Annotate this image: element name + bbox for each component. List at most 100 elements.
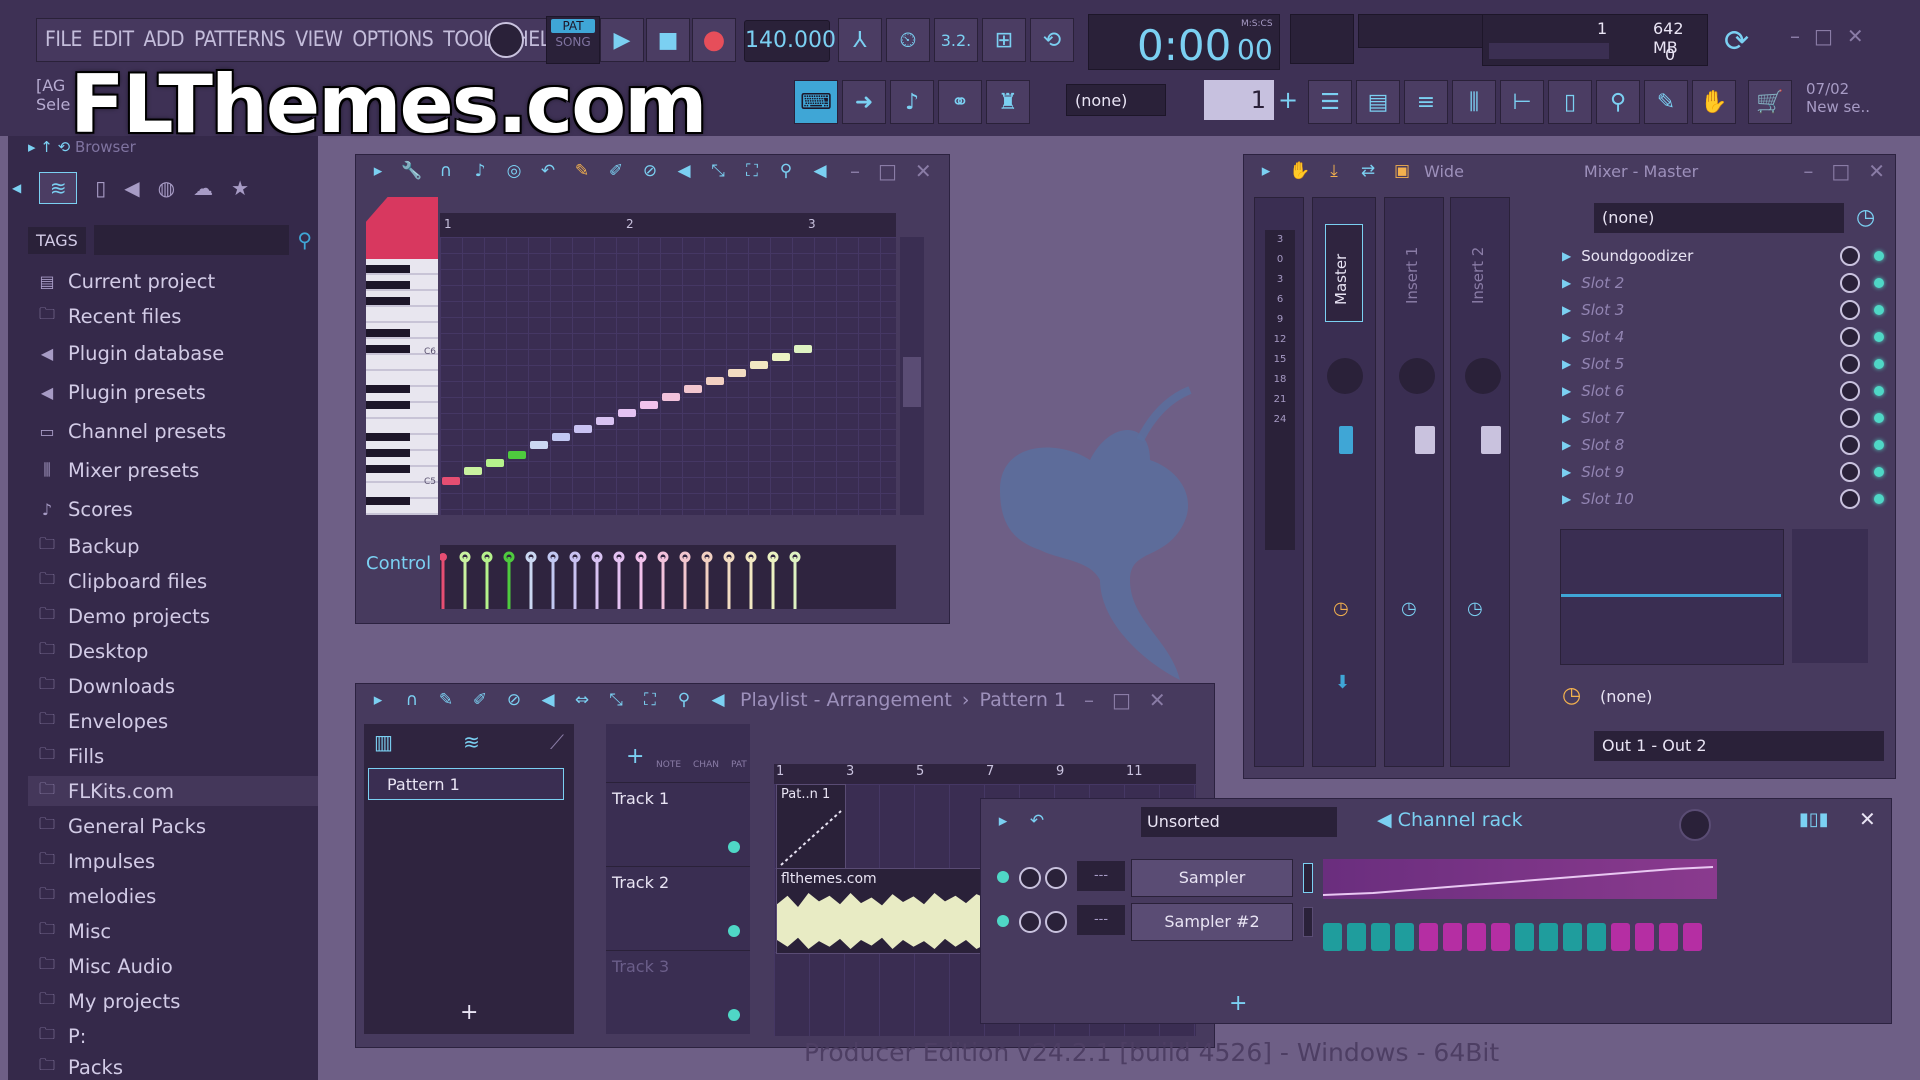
eq-faders[interactable] <box>1792 529 1868 663</box>
track-led[interactable] <box>728 1009 740 1021</box>
mix-knob[interactable] <box>1840 300 1860 320</box>
note[interactable] <box>574 425 592 433</box>
note[interactable] <box>486 459 504 467</box>
track-led[interactable] <box>728 925 740 937</box>
pan-knob[interactable] <box>1019 911 1041 933</box>
track-led[interactable] <box>728 841 740 853</box>
browser-item[interactable]: 🗀 Recent files <box>36 301 181 331</box>
browser-item[interactable]: ▤ Current project <box>36 266 215 296</box>
arrow-down-icon[interactable]: ⬇ <box>1335 672 1350 693</box>
chevron-left-icon[interactable]: ◀ <box>12 181 21 195</box>
slot-led[interactable] <box>1874 359 1884 369</box>
play-button[interactable]: ▶ <box>600 18 644 62</box>
slide-button[interactable]: ♪ <box>890 80 934 124</box>
effect-slot[interactable]: ▶ Slot 7 <box>1562 405 1892 431</box>
tempo-tap-button[interactable]: ✎ <box>1644 80 1688 124</box>
speaker-icon[interactable]: ◀ <box>706 688 730 712</box>
clock-icon[interactable]: ◷ <box>1333 598 1349 619</box>
load-icon[interactable]: ⤓ <box>1322 159 1346 183</box>
star-icon[interactable]: ★ <box>231 176 249 200</box>
add-track-icon[interactable]: + <box>626 744 644 769</box>
channel-name-button[interactable]: Sampler <box>1131 859 1293 897</box>
step-edit-button[interactable]: ⊞ <box>982 18 1026 62</box>
effect-slot[interactable]: ▶ Slot 10 <box>1562 486 1892 512</box>
close-icon[interactable]: ✕ <box>1847 24 1878 48</box>
note[interactable] <box>442 477 460 485</box>
browser-item[interactable]: ♪ Scores <box>36 494 133 524</box>
mix-knob[interactable] <box>1840 246 1860 266</box>
wrench-icon[interactable]: 🔧 <box>400 159 424 183</box>
delete-icon[interactable]: ⊘ <box>502 688 526 712</box>
select-icon[interactable]: ⛶ <box>638 688 662 712</box>
mix-knob[interactable] <box>1840 327 1860 347</box>
maximize-icon[interactable]: □ <box>1831 159 1850 183</box>
channel-led[interactable] <box>997 915 1009 927</box>
mixer-preset-select[interactable]: (none) <box>1594 203 1844 233</box>
eq-preset-label[interactable]: (none) <box>1600 687 1652 706</box>
note[interactable] <box>684 385 702 393</box>
maximize-icon[interactable]: □ <box>1112 688 1131 712</box>
browser-item[interactable]: ⫼ Mixer presets <box>36 455 199 485</box>
clock-icon[interactable]: ◷ <box>1562 683 1581 708</box>
mix-knob[interactable] <box>1840 354 1860 374</box>
stamp-button[interactable]: ♜ <box>986 80 1030 124</box>
step-button[interactable] <box>1323 923 1342 951</box>
piano-keyboard[interactable]: C6 C5 <box>366 259 438 515</box>
automation-icon[interactable]: ⟋ <box>550 730 564 754</box>
track-header[interactable]: Track 2 <box>606 866 750 951</box>
menu-patterns[interactable]: PATTERNS <box>194 27 286 61</box>
browser-item[interactable]: 🗀 Clipboard files <box>36 566 207 596</box>
master-volume-knob[interactable] <box>488 22 524 58</box>
browser-item[interactable]: 🗀 Demo projects <box>36 601 210 631</box>
minimize-icon[interactable]: – <box>1084 688 1094 712</box>
play-arrow-icon[interactable]: ▸ <box>1254 159 1278 183</box>
eq-graph[interactable] <box>1560 529 1784 665</box>
vertical-scrollbar[interactable] <box>900 237 924 515</box>
slip-icon[interactable]: ⇔ <box>570 688 594 712</box>
mixer-track-field[interactable]: --- <box>1077 905 1125 935</box>
insert-2-strip[interactable]: Insert 2 ◷ <box>1450 197 1510 767</box>
volume-knob[interactable] <box>1045 867 1067 889</box>
layout-icon[interactable]: ▣ <box>1390 159 1414 183</box>
browser-item[interactable]: 🗀 Fills <box>36 741 104 771</box>
insert-1-fader[interactable] <box>1415 426 1435 454</box>
filter-select[interactable]: Unsorted <box>1141 807 1337 837</box>
note[interactable] <box>662 393 680 401</box>
pattern-clip[interactable]: Pat..n 1 <box>776 784 846 870</box>
magnet-icon[interactable]: ∩ <box>400 688 424 712</box>
step-button[interactable] <box>1683 923 1702 951</box>
mixer-view-label[interactable]: Wide <box>1424 162 1464 181</box>
view-playlist-button[interactable]: ⌨ <box>794 80 838 124</box>
channel-select-box[interactable] <box>1303 863 1313 893</box>
pan-knob[interactable] <box>1019 867 1041 889</box>
browser-window-button[interactable]: ⊢ <box>1500 80 1544 124</box>
pencil-icon[interactable]: ✎ <box>434 688 458 712</box>
slice-icon[interactable]: ⤡ <box>604 688 628 712</box>
delete-icon[interactable]: ⊘ <box>638 159 662 183</box>
waveform-icon[interactable]: ≋ <box>39 172 78 204</box>
effect-slot[interactable]: ▶ Soundgoodizer <box>1562 243 1892 269</box>
browser-item[interactable]: 🗀 P: <box>36 1021 86 1051</box>
shop-button[interactable]: 🛒 <box>1748 80 1792 124</box>
play-arrow-icon[interactable]: ▸ <box>366 159 390 183</box>
slot-led[interactable] <box>1874 440 1884 450</box>
step-button[interactable] <box>1659 923 1678 951</box>
step-button[interactable] <box>1587 923 1606 951</box>
browser-item[interactable]: ◀ Plugin database <box>36 338 224 368</box>
speaker-icon[interactable]: ◀ <box>808 159 832 183</box>
step-button[interactable] <box>1347 923 1366 951</box>
step-button[interactable] <box>1467 923 1486 951</box>
browser-item[interactable]: ◀ Plugin presets <box>36 377 206 407</box>
effect-slot[interactable]: ▶ Slot 5 <box>1562 351 1892 377</box>
insert-1-knob[interactable] <box>1399 358 1435 394</box>
step-button[interactable] <box>1443 923 1462 951</box>
slot-led[interactable] <box>1874 413 1884 423</box>
effect-slot[interactable]: ▶ Slot 4 <box>1562 324 1892 350</box>
loop-record-button[interactable]: ⟲ <box>1030 18 1074 62</box>
audio-clip[interactable]: flthemes.com <box>776 868 988 954</box>
mix-knob[interactable] <box>1840 381 1860 401</box>
route-icon[interactable]: ⇄ <box>1356 159 1380 183</box>
output-select[interactable]: Out 1 - Out 2 <box>1594 731 1884 761</box>
graph-icon[interactable]: ▮▯▮ <box>1799 809 1829 830</box>
slot-led[interactable] <box>1874 251 1884 261</box>
